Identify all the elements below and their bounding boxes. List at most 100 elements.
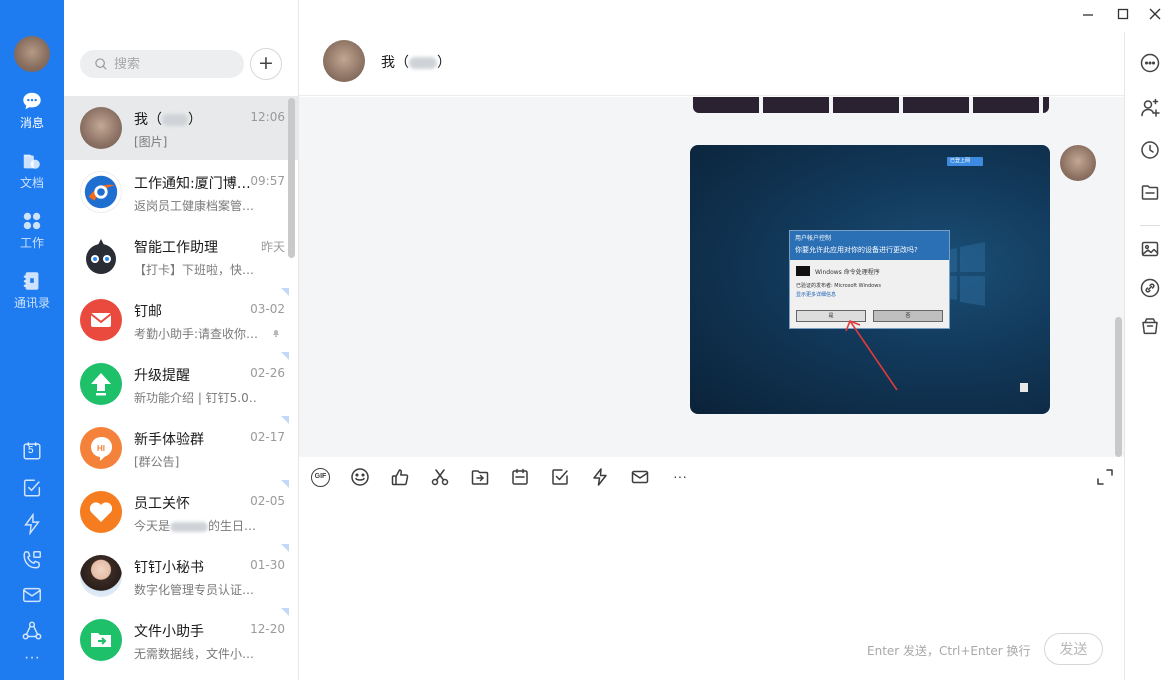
chat-side-toolbar (1124, 32, 1175, 680)
conversation-preview: 数字化管理专员认证… (134, 583, 255, 597)
conversation-scrollbar[interactable] (288, 98, 295, 258)
conversation-preview: 今天是 的生日… (134, 519, 257, 533)
conversation-item-employee-care[interactable]: 员工关怀 02-05 今天是 的生日… (64, 480, 299, 544)
divider (1140, 225, 1160, 226)
avatar (80, 107, 122, 149)
send-button[interactable]: 发送 (1044, 633, 1103, 665)
sender-avatar[interactable] (1060, 145, 1096, 181)
previous-image-message[interactable] (693, 97, 1049, 113)
chat-panel: 我（） 已登上网 用户帐户控制 你要允许此应用对你的设备进行更改吗? Windo… (299, 0, 1124, 680)
todo-icon[interactable] (550, 467, 570, 487)
conversation-name: 文件小助手 (134, 624, 204, 640)
conversation-time: 09:57 (250, 174, 285, 188)
conversation-item-newbie-group[interactable]: HI 新手体验群 02-17 [群公告] (64, 416, 299, 480)
unread-flag (281, 352, 289, 360)
org-icon[interactable] (21, 620, 43, 642)
nav-label-docs: 文档 (19, 176, 44, 190)
conversation-time: 昨天 (260, 240, 285, 254)
robot-icon (86, 239, 116, 274)
message-list: 已登上网 用户帐户控制 你要允许此应用对你的设备进行更改吗? Windows 命… (299, 97, 1124, 457)
message-input[interactable] (299, 497, 1124, 637)
unread-flag (281, 416, 289, 424)
heart-icon (89, 502, 113, 522)
history-icon[interactable] (1140, 140, 1160, 160)
send-hint: Enter 发送，Ctrl+Enter 换行 (867, 644, 1031, 658)
conversation-preview: 考勤小助手:请查收你… (134, 327, 258, 341)
avatar (80, 363, 122, 405)
calendar-icon[interactable] (510, 467, 530, 487)
more-options-icon[interactable] (1140, 53, 1160, 73)
avatar (80, 555, 122, 597)
conversation-preview: 无需数据线，文件小… (134, 647, 255, 661)
nav-item-messages[interactable]: 消息 (0, 90, 64, 131)
nav-rail: 消息 文档 工作 通讯录 5 ··· (0, 0, 64, 680)
close-icon[interactable] (1147, 6, 1163, 22)
conversation-panel: + 我（） 12:06 [图片] 工作通知:厦门博… 09:57 返岗员工健康档… (64, 0, 299, 680)
conversation-item-assistant[interactable]: 智能工作助理 昨天 【打卡】下班啦，快… (64, 224, 299, 288)
ding-icon[interactable] (590, 467, 610, 487)
conversation-item-work-notice[interactable]: 工作通知:厦门博… 09:57 返岗员工健康档案管… (64, 160, 299, 224)
emoji-icon[interactable] (350, 467, 370, 487)
ding-icon[interactable] (21, 512, 43, 536)
conversation-item-upgrade[interactable]: 升级提醒 02-26 新功能介绍 | 钉钉5.0… (64, 352, 299, 416)
red-arrow-annotation (845, 319, 898, 391)
todo-icon[interactable] (21, 477, 43, 499)
phone-icon[interactable] (21, 549, 43, 571)
conversation-preview: 【打卡】下班啦，快… (134, 263, 255, 277)
archive-icon[interactable] (1140, 316, 1160, 336)
chat-avatar[interactable] (323, 40, 365, 82)
contacts-icon (21, 270, 43, 292)
conversation-list: 我（） 12:06 [图片] 工作通知:厦门博… 09:57 返岗员工健康档案管… (64, 96, 299, 672)
message-scrollbar[interactable] (1115, 317, 1122, 457)
conversation-time: 03-02 (250, 302, 285, 316)
add-button[interactable]: + (250, 48, 282, 80)
expand-icon[interactable] (1095, 467, 1115, 487)
conversation-name: 工作通知:厦门博… (134, 176, 251, 192)
conversation-name: 员工关怀 (134, 496, 190, 512)
mail-icon (90, 313, 112, 327)
calendar-icon[interactable]: 5 (21, 440, 43, 462)
conversation-item-secretary[interactable]: 钉钉小秘书 01-30 数字化管理专员认证… (64, 544, 299, 608)
gif-icon[interactable]: GIF (311, 468, 330, 487)
nav-label-contacts: 通讯录 (13, 296, 50, 310)
image-icon[interactable] (1140, 239, 1160, 259)
calendar-day: 5 (28, 445, 34, 456)
image-message[interactable]: 已登上网 用户帐户控制 你要允许此应用对你的设备进行更改吗? Windows 命… (690, 145, 1050, 414)
mail-icon[interactable] (630, 467, 650, 487)
conversation-name: 智能工作助理 (134, 240, 218, 256)
workbench-icon (21, 210, 43, 232)
mail-icon[interactable] (21, 584, 43, 606)
nav-label-work: 工作 (19, 236, 44, 250)
maximize-icon[interactable] (1115, 6, 1131, 22)
conversation-time: 12-20 (250, 622, 285, 636)
more-icon[interactable]: ··· (21, 650, 43, 674)
minimize-icon[interactable] (1080, 6, 1096, 22)
thumbs-up-icon[interactable] (390, 467, 410, 487)
more-icon[interactable]: ··· (670, 467, 690, 487)
group-hi-icon: HI (91, 436, 113, 461)
conversation-name: 升级提醒 (134, 368, 190, 384)
conversation-item-self[interactable]: 我（） 12:06 [图片] (64, 96, 299, 160)
conversation-time: 02-26 (250, 366, 285, 380)
nav-item-work[interactable]: 工作 (0, 210, 64, 251)
svg-text:HI: HI (97, 444, 105, 453)
avatar (80, 171, 122, 213)
folder-icon[interactable] (1140, 182, 1160, 202)
search-box[interactable] (80, 50, 244, 78)
avatar (80, 491, 122, 533)
nav-item-docs[interactable]: 文档 (0, 150, 64, 191)
link-icon[interactable] (1140, 278, 1160, 298)
conversation-name: 新手体验群 (134, 432, 204, 448)
nav-item-contacts[interactable]: 通讯录 (0, 270, 64, 311)
conversation-preview: [图片] (134, 135, 168, 149)
conversation-preview: [群公告] (134, 455, 180, 469)
add-member-icon[interactable] (1140, 98, 1160, 118)
conversation-time: 02-17 (250, 430, 285, 444)
search-input[interactable] (114, 56, 234, 72)
screenshot-icon[interactable] (430, 467, 450, 487)
conversation-item-mail[interactable]: 钉邮 03-02 考勤小助手:请查收你… (64, 288, 299, 352)
conversation-name: 我（） (134, 112, 202, 128)
my-avatar[interactable] (14, 36, 50, 72)
conversation-item-file-helper[interactable]: 文件小助手 12-20 无需数据线，文件小… (64, 608, 299, 672)
forward-file-icon[interactable] (470, 467, 490, 487)
